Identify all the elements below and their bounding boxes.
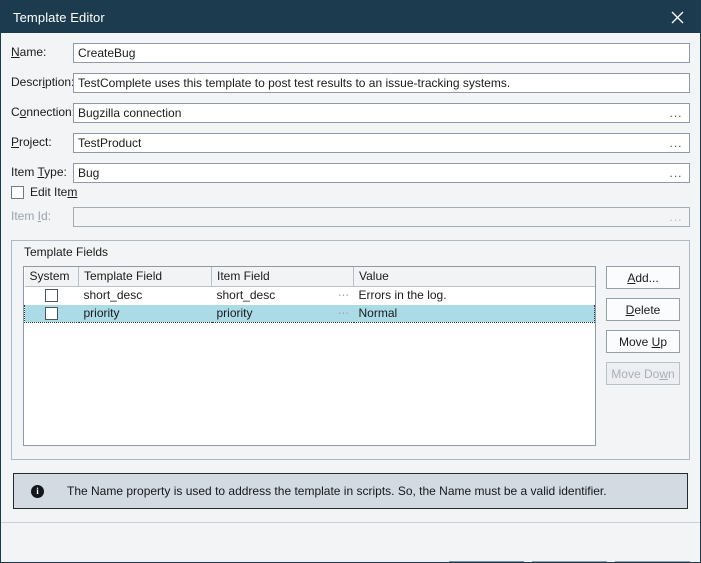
item-id-input[interactable]	[73, 207, 690, 227]
row-system-checkbox-cell[interactable]	[25, 286, 79, 304]
row-template-field[interactable]: short_desc	[79, 286, 212, 304]
field-row-project: Project: ...	[11, 133, 690, 153]
add-button[interactable]: Add...	[606, 266, 680, 289]
edit-item-checkbox[interactable]: Edit Item	[11, 184, 77, 200]
item-type-label: Item Type:	[11, 165, 69, 179]
description-label: Description:	[11, 75, 69, 89]
row-item-field-text: short_desc	[217, 288, 276, 302]
column-header-value[interactable]: Value	[354, 267, 595, 286]
window-title: Template Editor	[13, 10, 105, 25]
info-message: The Name property is used to address the…	[67, 484, 607, 498]
template-fields-group: Template Fields System Template Field It…	[11, 240, 690, 460]
edit-item-checkbox-box[interactable]	[11, 186, 24, 199]
close-icon[interactable]	[654, 1, 700, 33]
delete-button[interactable]: Delete	[606, 298, 680, 321]
project-label: Project:	[11, 135, 69, 149]
description-input[interactable]	[73, 73, 690, 93]
field-row-item-id: Item Id: ...	[11, 207, 690, 227]
template-fields-buttons: Add... Delete Move Up Move Down	[606, 266, 680, 394]
row-system-checkbox[interactable]	[45, 289, 58, 302]
row-system-checkbox-cell[interactable]	[25, 304, 79, 322]
column-header-template-field[interactable]: Template Field	[79, 267, 212, 286]
table-row[interactable]: priority priority ⋯ Normal	[25, 304, 595, 322]
template-fields-title: Template Fields	[24, 245, 108, 259]
field-row-connection: Connection: ...	[11, 103, 690, 123]
dialog-body: Name: Description: Connection: ... Proje…	[1, 33, 700, 562]
title-bar: Template Editor	[1, 1, 700, 33]
row-value[interactable]: Normal	[354, 304, 595, 322]
row-item-field[interactable]: priority ⋯	[212, 304, 354, 322]
row-system-checkbox[interactable]	[45, 307, 58, 320]
item-id-label: Item Id:	[11, 209, 69, 223]
move-down-button[interactable]: Move Down	[606, 362, 680, 385]
connection-label: Connection:	[11, 105, 69, 119]
row-item-field-browse-icon[interactable]: ⋯	[338, 289, 350, 302]
project-browse-button[interactable]: ...	[663, 134, 689, 152]
info-bar: i The Name property is used to address t…	[13, 473, 688, 509]
name-label: Name:	[11, 45, 69, 59]
connection-input[interactable]	[73, 103, 690, 123]
project-input[interactable]	[73, 133, 690, 153]
name-input[interactable]	[73, 43, 690, 63]
info-icon: i	[31, 485, 44, 498]
column-header-system[interactable]: System	[25, 267, 79, 286]
row-template-field[interactable]: priority	[79, 304, 212, 322]
edit-item-label: Edit Item	[30, 185, 77, 199]
field-row-description: Description:	[11, 73, 690, 93]
field-row-item-type: Item Type: ...	[11, 163, 690, 183]
row-item-field-text: priority	[217, 306, 253, 320]
template-editor-dialog: Template Editor Name: Description: Conne…	[0, 0, 701, 563]
row-item-field[interactable]: short_desc ⋯	[212, 286, 354, 304]
row-value[interactable]: Errors in the log.	[354, 286, 595, 304]
template-fields-table: System Template Field Item Field Value s…	[24, 267, 595, 323]
field-row-name: Name:	[11, 43, 690, 63]
footer-separator	[1, 522, 700, 523]
move-up-button[interactable]: Move Up	[606, 330, 680, 353]
column-header-item-field[interactable]: Item Field	[212, 267, 354, 286]
item-id-browse-button[interactable]: ...	[663, 208, 689, 226]
table-header-row: System Template Field Item Field Value	[25, 267, 595, 286]
row-item-field-browse-icon[interactable]: ⋯	[338, 307, 350, 320]
template-fields-table-container[interactable]: System Template Field Item Field Value s…	[23, 266, 596, 446]
item-type-browse-button[interactable]: ...	[663, 164, 689, 182]
item-type-input[interactable]	[73, 163, 690, 183]
connection-browse-button[interactable]: ...	[663, 104, 689, 122]
table-row[interactable]: short_desc short_desc ⋯ Errors in the lo…	[25, 286, 595, 304]
